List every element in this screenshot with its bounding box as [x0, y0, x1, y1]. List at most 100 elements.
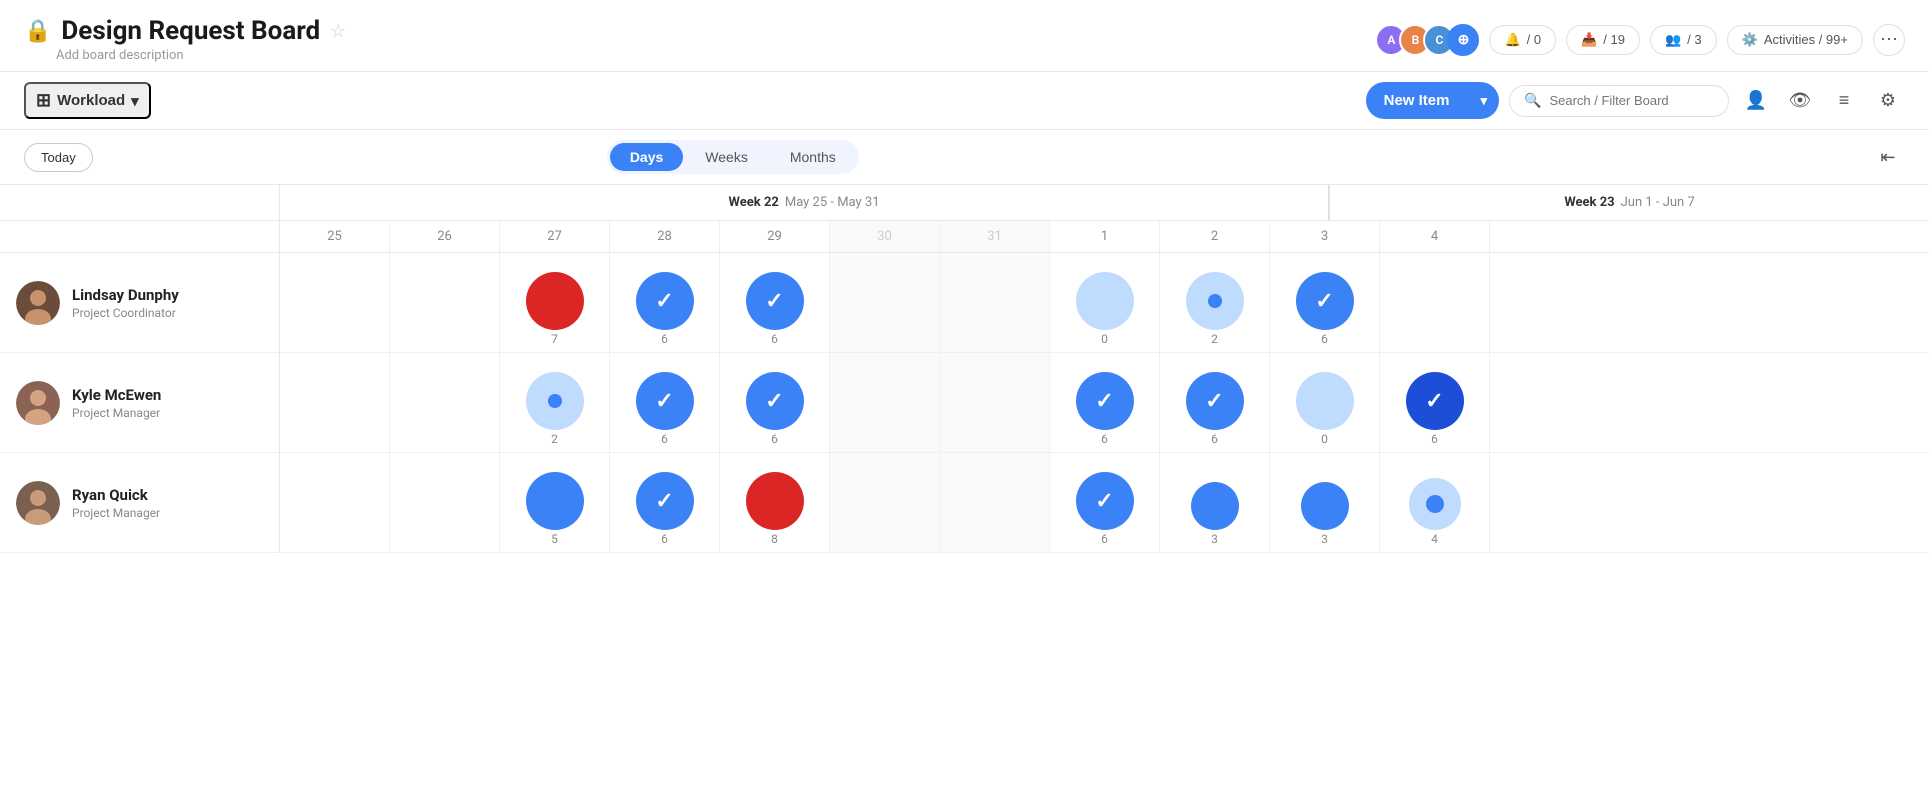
- calendar-cell: 3: [1160, 453, 1270, 552]
- star-icon[interactable]: ☆: [330, 21, 346, 42]
- day-header-2: 2: [1160, 221, 1270, 252]
- cell-count: 3: [1321, 532, 1328, 546]
- user-account-button[interactable]: 👤: [1739, 84, 1773, 118]
- day-header-4: 4: [1380, 221, 1490, 252]
- cell-count: 6: [661, 432, 668, 446]
- calendar-row-0: 7✓6✓602✓6: [280, 253, 1929, 353]
- calendar-cell: [390, 253, 500, 352]
- person-role-0: Project Coordinator: [72, 306, 179, 320]
- calendar-cell: 5: [500, 453, 610, 552]
- calendar-cell: [830, 453, 940, 552]
- cell-count: 6: [771, 432, 778, 446]
- work-dot: ✓: [636, 372, 694, 430]
- work-dot: ✓: [1076, 372, 1134, 430]
- header-right: A B C ⊕ 🔔 / 0 📥 / 19 👥 / 3 ⚙️ Activities…: [1375, 24, 1905, 56]
- person-row-1: Kyle McEwen Project Manager: [0, 353, 279, 453]
- person-role-2: Project Manager: [72, 506, 160, 520]
- calendar-cell: [1380, 253, 1490, 352]
- cell-count: 0: [1321, 432, 1328, 446]
- settings-button[interactable]: ⚙: [1871, 84, 1905, 118]
- calendar-cell: [830, 353, 940, 452]
- work-dot: ✓: [1186, 372, 1244, 430]
- board-title: Design Request Board: [61, 16, 320, 46]
- notifications-button[interactable]: 🔔 / 0: [1489, 25, 1556, 55]
- new-item-arrow[interactable]: ▾: [1468, 83, 1499, 119]
- week-headers: Week 22 May 25 - May 31 Week 23 Jun 1 - …: [280, 185, 1929, 221]
- person-info-0: Lindsay Dunphy Project Coordinator: [72, 286, 179, 320]
- calendar-cell: ✓6: [610, 253, 720, 352]
- person-name-1: Kyle McEwen: [72, 386, 161, 404]
- inbox-count: / 19: [1603, 32, 1625, 47]
- search-input[interactable]: [1549, 93, 1714, 108]
- inbox-button[interactable]: 📥 / 19: [1566, 25, 1640, 55]
- activities-icon: ⚙️: [1742, 32, 1758, 48]
- week-22-range: May 25 - May 31: [785, 195, 880, 210]
- calendar-cell: 0: [1270, 353, 1380, 452]
- filter-button[interactable]: ≡: [1827, 84, 1861, 118]
- cell-count: 0: [1101, 332, 1108, 346]
- people-header-blank: [0, 185, 280, 221]
- visibility-button[interactable]: 👁: [1783, 84, 1817, 118]
- tab-days[interactable]: Days: [610, 143, 683, 171]
- cell-count: 6: [1431, 432, 1438, 446]
- work-dot: ✓: [636, 272, 694, 330]
- checkmark-icon: ✓: [1205, 389, 1223, 414]
- workload-label: Workload: [57, 92, 125, 109]
- calendar-cell: ✓6: [720, 253, 830, 352]
- search-filter-box[interactable]: 🔍: [1509, 85, 1729, 117]
- person-row-0: Lindsay Dunphy Project Coordinator: [0, 253, 279, 353]
- filter-icon: ≡: [1839, 90, 1850, 111]
- people-column: Lindsay Dunphy Project Coordinator Kyle …: [0, 253, 280, 553]
- header-left: 🔒 Design Request Board ☆ Add board descr…: [24, 16, 346, 63]
- cell-count: 2: [551, 432, 558, 446]
- tab-months[interactable]: Months: [770, 143, 856, 171]
- person-avatar-1: [16, 381, 60, 425]
- calendar-cell: [280, 453, 390, 552]
- inner-dot: [548, 394, 562, 408]
- person-row-2: Ryan Quick Project Manager: [0, 453, 279, 553]
- tab-weeks[interactable]: Weeks: [685, 143, 768, 171]
- inner-dot: [1208, 294, 1222, 308]
- page-header: 🔒 Design Request Board ☆ Add board descr…: [0, 0, 1929, 72]
- avatar-group[interactable]: A B C ⊕: [1375, 24, 1479, 56]
- calendar-cell: ✓6: [1050, 353, 1160, 452]
- work-dot: [746, 472, 804, 530]
- person-info-2: Ryan Quick Project Manager: [72, 486, 160, 520]
- navigation-bar: Today Days Weeks Months ⇤: [0, 130, 1929, 185]
- calendar-row-2: 5✓68✓6334: [280, 453, 1929, 553]
- workload-button[interactable]: ⊞ Workload ▾: [24, 82, 151, 119]
- activities-button[interactable]: ⚙️ Activities / 99+: [1727, 25, 1863, 55]
- person-avatar-0: [16, 281, 60, 325]
- new-item-button[interactable]: New Item ▾: [1366, 82, 1499, 119]
- days-header-row: 252627282930311234: [0, 221, 1929, 253]
- cell-count: 8: [771, 532, 778, 546]
- calendar-row-1: 2✓6✓6✓6✓60✓6: [280, 353, 1929, 453]
- calendar-cell: [280, 253, 390, 352]
- cell-count: 6: [1101, 532, 1108, 546]
- work-dot: [1186, 272, 1244, 330]
- days-header: 252627282930311234: [280, 221, 1929, 253]
- work-dot: ✓: [746, 272, 804, 330]
- avatar-active-user[interactable]: ⊕: [1447, 24, 1479, 56]
- board-title-row: 🔒 Design Request Board ☆: [24, 16, 346, 46]
- users-button[interactable]: 👥 / 3: [1650, 25, 1717, 55]
- day-header-30: 30: [830, 221, 940, 252]
- calendar-cell: ✓6: [1160, 353, 1270, 452]
- collapse-button[interactable]: ⇤: [1871, 140, 1905, 174]
- checkmark-icon: ✓: [655, 389, 673, 414]
- week-headers-row: Week 22 May 25 - May 31 Week 23 Jun 1 - …: [0, 185, 1929, 221]
- board-description[interactable]: Add board description: [56, 48, 346, 63]
- more-options-button[interactable]: ⋯: [1873, 24, 1905, 56]
- day-header-28: 28: [610, 221, 720, 252]
- cell-count: 6: [1321, 332, 1328, 346]
- work-dot: [526, 372, 584, 430]
- cell-count: 6: [661, 532, 668, 546]
- cell-count: 6: [661, 332, 668, 346]
- checkmark-icon: ✓: [1095, 389, 1113, 414]
- cell-count: 2: [1211, 332, 1218, 346]
- work-dot: [1409, 478, 1461, 530]
- gear-icon: ⚙: [1880, 90, 1896, 111]
- today-button[interactable]: Today: [24, 143, 93, 172]
- work-dot: ✓: [1076, 472, 1134, 530]
- checkmark-icon: ✓: [1425, 389, 1443, 414]
